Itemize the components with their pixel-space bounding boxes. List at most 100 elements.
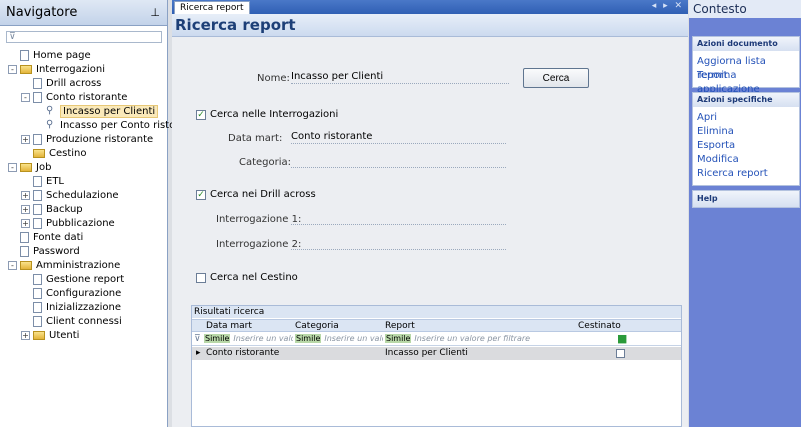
- cerca-interrogazioni-label: Cerca nelle Interrogazioni: [210, 109, 339, 120]
- cell-cestinato-checkbox[interactable]: [616, 349, 625, 358]
- document-icon: [33, 91, 42, 103]
- tree-item[interactable]: Fonte dati: [8, 230, 83, 244]
- interrogazione1-field[interactable]: [291, 212, 506, 225]
- link-esporta[interactable]: Esporta: [693, 139, 799, 153]
- tab-ricerca-report[interactable]: Ricerca report: [174, 1, 250, 14]
- tree-item[interactable]: Gestione report: [21, 272, 124, 286]
- datamart-field[interactable]: Conto ristorante: [291, 131, 506, 144]
- expand-toggle-icon[interactable]: -: [21, 92, 30, 102]
- azioni-specifiche-section: Azioni specifiche Apri Elimina Esporta M…: [692, 92, 800, 186]
- tree-item[interactable]: Drill across: [21, 76, 101, 90]
- filter-cestinato-checkbox[interactable]: ■: [615, 333, 627, 346]
- tree-item-label: Home page: [33, 49, 91, 61]
- link-elimina[interactable]: Elimina: [693, 125, 799, 139]
- tree-item[interactable]: + Produzione ristorante: [21, 132, 153, 146]
- tree-item-label: Cestino: [49, 147, 87, 159]
- col-header-report[interactable]: Report: [383, 320, 415, 333]
- cerca-interrogazioni-checkbox[interactable]: ✓ Cerca nelle Interrogazioni: [196, 109, 338, 120]
- tree-item[interactable]: Cestino: [21, 146, 87, 160]
- expand-toggle-icon[interactable]: +: [21, 330, 30, 340]
- tree-item-label: Inizializzazione: [46, 301, 122, 313]
- magnifier-icon: ⚲: [46, 105, 54, 116]
- filter-datamart[interactable]: Simile Inserire un valore: [202, 333, 293, 346]
- folder-icon: [20, 162, 32, 172]
- main-panel: Ricerca report ◂ ▸ ✕ Ricerca report Nome…: [172, 0, 688, 427]
- tree-item-label: Utenti: [49, 329, 80, 341]
- tree-item[interactable]: ⚲ Incasso per Conto ristor: [34, 118, 179, 132]
- folder-icon: [20, 260, 32, 270]
- tree-item[interactable]: + Backup: [21, 202, 83, 216]
- tree-item-label: Conto ristorante: [46, 91, 128, 103]
- tree-item[interactable]: + Utenti: [21, 328, 79, 342]
- link-termina-applicazione[interactable]: Termina applicazione: [693, 69, 799, 95]
- tree-item[interactable]: + Schedulazione: [21, 188, 119, 202]
- checkbox-checked-icon: ✓: [196, 189, 206, 200]
- tree-item[interactable]: Inizializzazione: [21, 300, 121, 314]
- expand-toggle-icon[interactable]: -: [8, 64, 17, 74]
- tree-item-label: Password: [33, 245, 80, 257]
- tab-controls[interactable]: ◂ ▸ ✕: [652, 1, 684, 11]
- link-modifica[interactable]: Modifica: [693, 153, 799, 167]
- pin-icon[interactable]: ⊥: [150, 6, 160, 19]
- tree-item[interactable]: - Interrogazioni: [8, 62, 105, 76]
- results-title: Risultati ricerca: [192, 306, 681, 318]
- nome-field[interactable]: Incasso per Clienti: [291, 71, 509, 84]
- expand-toggle-icon[interactable]: +: [21, 134, 30, 144]
- filter-icon: ⊽: [9, 32, 16, 42]
- tree-item[interactable]: + Pubblicazione: [21, 216, 115, 230]
- filter-categoria[interactable]: Simile Inserire un valore: [293, 333, 383, 346]
- cerca-button[interactable]: Cerca: [523, 68, 589, 88]
- azioni-specifiche-header[interactable]: Azioni specifiche: [693, 93, 799, 107]
- col-header-cestinato[interactable]: Cestinato: [576, 320, 621, 333]
- results-filter-row: ⊽ Simile Inserire un valore Simile Inser…: [192, 333, 681, 346]
- expand-toggle-icon[interactable]: +: [21, 204, 30, 214]
- tree-item[interactable]: ETL: [21, 174, 64, 188]
- tree-item[interactable]: ⚲ Incasso per Clienti: [34, 104, 159, 118]
- tree-item-label: Incasso per Clienti: [60, 104, 159, 118]
- expand-toggle-icon[interactable]: -: [8, 260, 17, 270]
- tree-item[interactable]: Configurazione: [21, 286, 121, 300]
- tree-item-label: Client connessi: [46, 315, 122, 327]
- navigator-filter-input[interactable]: ⊽: [6, 31, 162, 43]
- expand-toggle-icon[interactable]: +: [21, 218, 30, 228]
- filter-report[interactable]: Simile Inserire un valore per filtrare: [383, 333, 576, 346]
- col-header-datamart[interactable]: Data mart: [204, 320, 252, 333]
- navigator-tree: Home page - Interrogazioni Drill across - Con…: [0, 48, 179, 418]
- filter-icon: ⊽: [194, 334, 201, 344]
- interrogazione2-field[interactable]: [291, 237, 506, 250]
- expand-toggle-icon[interactable]: -: [8, 162, 17, 172]
- tree-item-label: Configurazione: [46, 287, 122, 299]
- document-icon: [33, 77, 42, 89]
- categoria-field[interactable]: [291, 155, 506, 168]
- link-ricerca-report[interactable]: Ricerca report: [693, 167, 799, 181]
- col-header-categoria[interactable]: Categoria: [293, 320, 339, 333]
- document-icon: [33, 287, 42, 299]
- tree-item[interactable]: Home page: [8, 48, 91, 62]
- azioni-documento-header[interactable]: Azioni documento: [693, 37, 799, 51]
- help-header[interactable]: Help: [693, 191, 799, 207]
- tree-item[interactable]: - Job: [8, 160, 51, 174]
- tree-item[interactable]: - Amministrazione: [8, 258, 120, 272]
- tree-item[interactable]: Client connessi: [21, 314, 122, 328]
- tree-item-label: Interrogazioni: [36, 63, 106, 75]
- link-aggiorna-lista-report[interactable]: Aggiorna lista report: [693, 55, 799, 81]
- table-row[interactable]: ▸ Conto ristorante Incasso per Clienti: [192, 347, 681, 360]
- expand-toggle-icon[interactable]: +: [21, 190, 30, 200]
- tree-item[interactable]: Password: [8, 244, 80, 258]
- cell-report[interactable]: Incasso per Clienti: [383, 347, 468, 360]
- tab-bar: Ricerca report ◂ ▸ ✕: [172, 0, 688, 14]
- cerca-cestino-checkbox[interactable]: Cerca nel Cestino: [196, 272, 298, 283]
- link-apri[interactable]: Apri: [693, 111, 799, 125]
- cell-datamart[interactable]: Conto ristorante: [204, 347, 279, 360]
- tree-item[interactable]: - Conto ristorante: [21, 90, 127, 104]
- cerca-drill-checkbox[interactable]: ✓ Cerca nei Drill across: [196, 189, 316, 200]
- cell-categoria[interactable]: [293, 347, 295, 360]
- interrogazione1-label: Interrogazione 1:: [216, 214, 302, 225]
- tree-item-label: Job: [36, 161, 52, 173]
